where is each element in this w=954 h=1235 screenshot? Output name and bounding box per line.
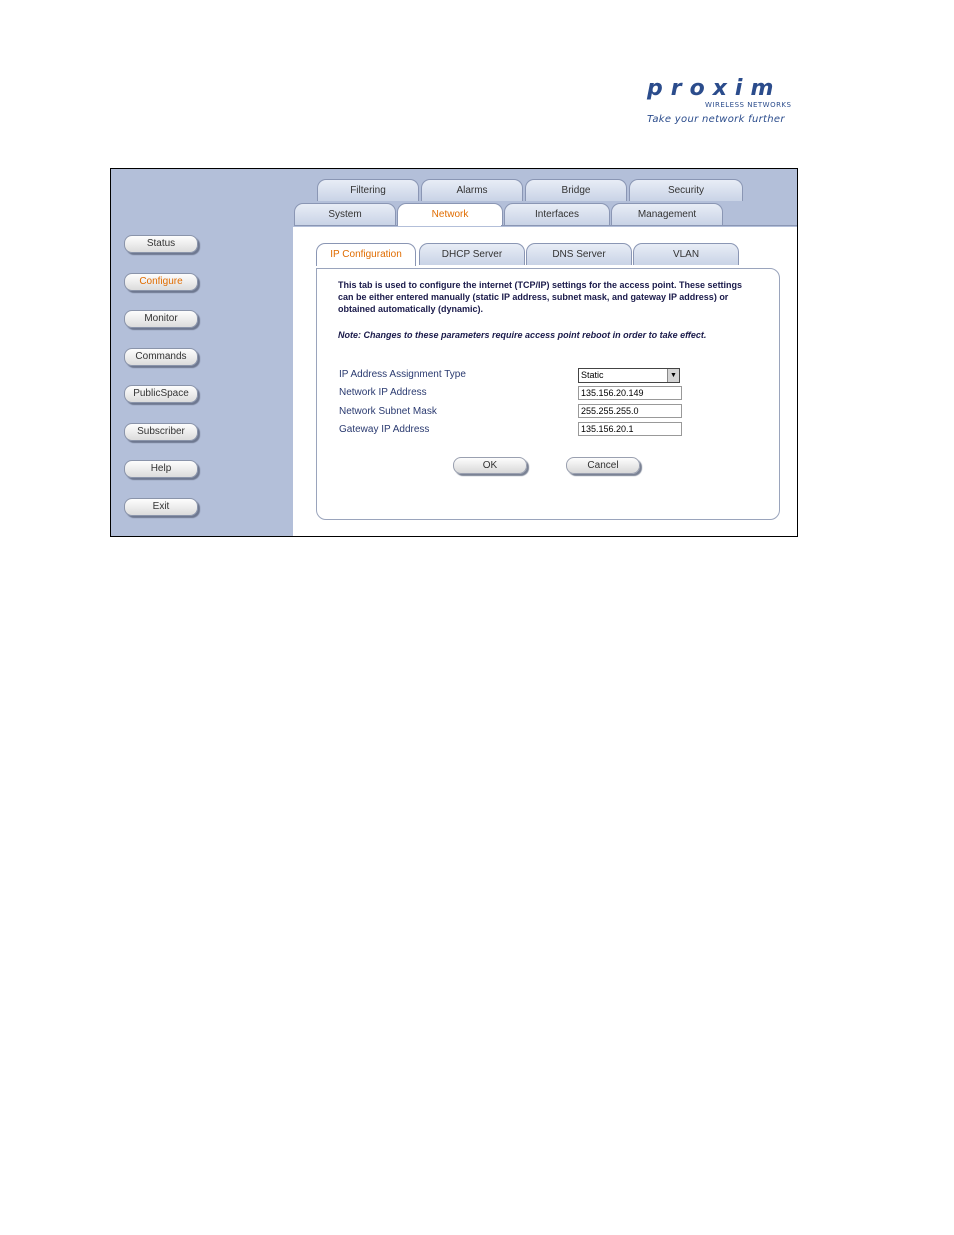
web-ui-frame: Status Configure Monitor Commands Public… <box>110 168 798 537</box>
ok-button[interactable]: OK <box>453 457 527 474</box>
reboot-note: Note: Changes to these parameters requir… <box>338 330 707 340</box>
tab-baseline-right <box>501 225 797 226</box>
nav-commands-button[interactable]: Commands <box>124 348 198 366</box>
network-ip-label: Network IP Address <box>339 387 427 398</box>
nav-monitor-button[interactable]: Monitor <box>124 310 198 328</box>
tab-security[interactable]: Security <box>629 179 743 201</box>
nav-help-button[interactable]: Help <box>124 460 198 478</box>
tab-network[interactable]: Network <box>397 203 503 226</box>
tab-filtering[interactable]: Filtering <box>317 179 419 201</box>
logo-tagline: Take your network further <box>647 114 785 125</box>
subnet-mask-input[interactable]: 255.255.255.0 <box>578 404 682 418</box>
assignment-type-label: IP Address Assignment Type <box>339 369 466 380</box>
gateway-ip-input[interactable]: 135.156.20.1 <box>578 422 682 436</box>
nav-subscriber-button[interactable]: Subscriber <box>124 423 198 441</box>
ip-configuration-panel: This tab is used to configure the intern… <box>316 268 780 520</box>
intro-text: This tab is used to configure the intern… <box>338 280 743 314</box>
nav-configure-button[interactable]: Configure <box>124 273 198 291</box>
gateway-ip-label: Gateway IP Address <box>339 424 430 435</box>
proxim-logo: proxim WIRELESS NETWORKS Take your netwo… <box>647 75 802 131</box>
tab-interfaces[interactable]: Interfaces <box>504 203 610 225</box>
tab-baseline-left <box>294 225 397 226</box>
tab-system[interactable]: System <box>294 203 396 225</box>
subtab-ip-configuration[interactable]: IP Configuration <box>316 243 416 266</box>
network-ip-input[interactable]: 135.156.20.149 <box>578 386 682 400</box>
nav-status-button[interactable]: Status <box>124 235 198 253</box>
subnet-mask-label: Network Subnet Mask <box>339 406 437 417</box>
cancel-button[interactable]: Cancel <box>566 457 640 474</box>
assignment-type-value: Static <box>581 370 604 380</box>
subtab-vlan[interactable]: VLAN <box>633 243 739 265</box>
tab-alarms[interactable]: Alarms <box>421 179 523 201</box>
nav-exit-button[interactable]: Exit <box>124 498 198 516</box>
subtab-dns-server[interactable]: DNS Server <box>526 243 632 265</box>
assignment-type-select[interactable]: Static ▼ <box>578 368 680 383</box>
tab-bridge[interactable]: Bridge <box>525 179 627 201</box>
nav-publicspace-button[interactable]: PublicSpace <box>124 385 198 403</box>
logo-subtitle: WIRELESS NETWORKS <box>705 101 792 109</box>
dropdown-arrow-icon[interactable]: ▼ <box>667 369 679 382</box>
sidebar: Status Configure Monitor Commands Public… <box>111 169 293 536</box>
logo-wordmark: proxim <box>647 76 782 101</box>
subtab-dhcp-server[interactable]: DHCP Server <box>419 243 525 265</box>
tab-management[interactable]: Management <box>611 203 723 225</box>
